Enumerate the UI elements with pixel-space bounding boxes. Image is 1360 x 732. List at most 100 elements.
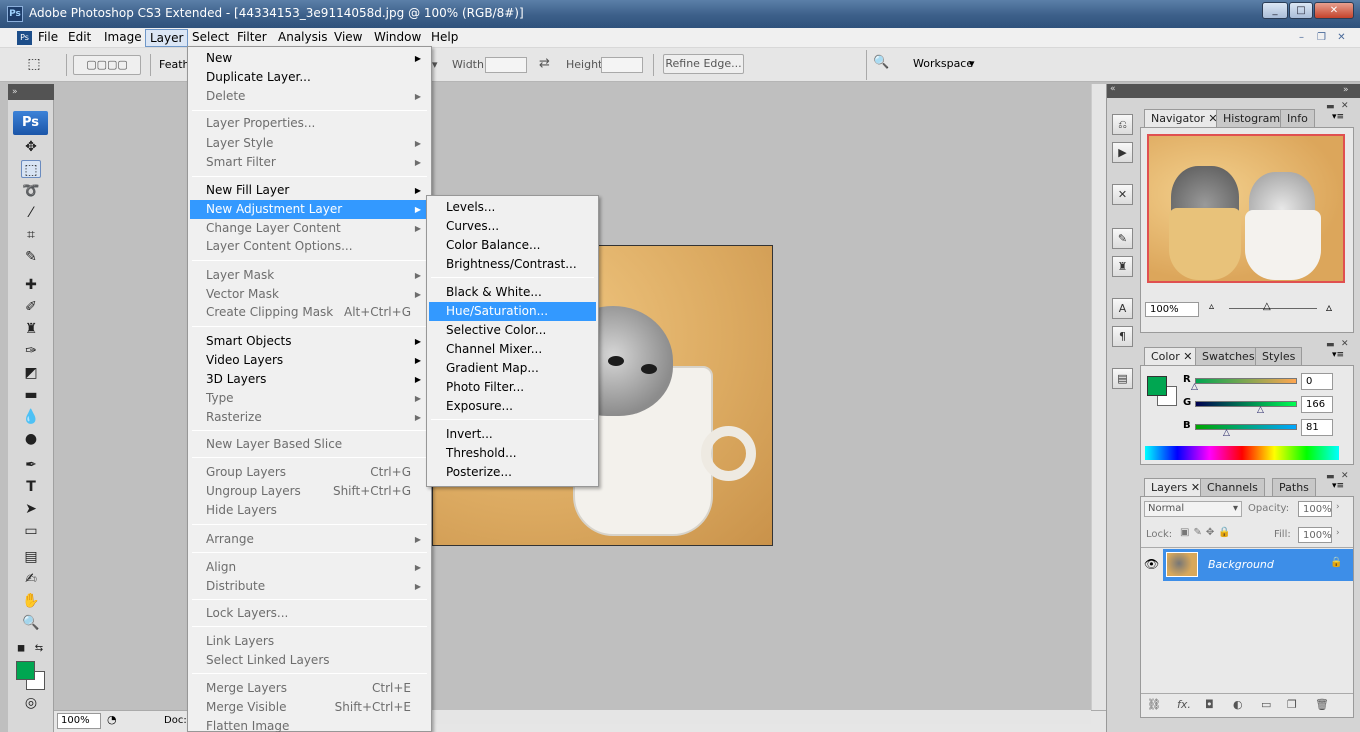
fill-field[interactable]: 100% (1298, 527, 1332, 543)
menu-window[interactable]: Window (370, 29, 425, 47)
layer-row-background[interactable]: Background 🔒 (1163, 549, 1353, 581)
type-tool-icon[interactable]: T (21, 478, 41, 496)
adjustment-layer-icon[interactable]: ◐ (1233, 698, 1243, 711)
tab-paths[interactable]: Paths (1272, 478, 1316, 496)
zoom-slider-thumb[interactable]: △ (1263, 301, 1271, 312)
menu-item-new-layer-based-slice[interactable]: New Layer Based Slice (190, 435, 429, 454)
maximize-button[interactable]: □ (1289, 2, 1313, 19)
pen-tool-icon[interactable]: ✒ (21, 456, 41, 474)
width-input[interactable] (485, 57, 527, 73)
menu-item-3d-layers[interactable]: 3D Layers ▶ (190, 370, 429, 389)
chevron-down-icon[interactable]: ▾ (969, 57, 975, 70)
tab-styles[interactable]: Styles (1255, 347, 1303, 365)
marquee-tool-icon[interactable]: ⬚ (21, 160, 41, 178)
panel-menu-icon[interactable]: ▾≡ (1332, 481, 1344, 491)
add-mask-icon[interactable]: ◘ (1205, 698, 1214, 711)
blend-mode-select[interactable]: Normal ▾ (1144, 501, 1242, 517)
eye-visibility-icon[interactable]: 👁 (1144, 557, 1159, 571)
status-menu-icon[interactable]: ◔ (107, 713, 117, 726)
brushes-panel-icon[interactable]: ✎ (1112, 228, 1133, 249)
workspace-button[interactable]: Workspace (913, 57, 973, 70)
tab-channels[interactable]: Channels (1200, 478, 1265, 496)
paragraph-panel-icon[interactable]: ¶ (1112, 326, 1133, 347)
document-icon[interactable]: Ps (17, 31, 32, 45)
r-value-field[interactable]: 0 (1301, 373, 1333, 390)
menu-item-new[interactable]: New ▶ (190, 49, 429, 68)
brush-tool-icon[interactable]: ✐ (21, 298, 41, 316)
submenu-item-color-balance[interactable]: Color Balance... (429, 236, 596, 255)
menu-item-align[interactable]: Align ▶ (190, 558, 429, 577)
default-colors-icon[interactable]: ◼ (14, 640, 28, 658)
submenu-item-posterize[interactable]: Posterize... (429, 463, 596, 482)
menu-item-change-layer-content[interactable]: Change Layer Content ▶ (190, 219, 429, 238)
navigator-zoom-field[interactable]: 100% (1145, 302, 1199, 317)
menu-select[interactable]: Select (188, 29, 233, 47)
menu-item-new-fill-layer[interactable]: New Fill Layer ▶ (190, 181, 429, 200)
panels-collapse-icon[interactable]: » (1343, 85, 1349, 95)
menu-item-merge-layers[interactable]: Merge Layers Ctrl+E (190, 679, 429, 698)
tool-presets-panel-icon[interactable]: ✕ (1112, 184, 1133, 205)
submenu-item-photo-filter[interactable]: Photo Filter... (429, 378, 596, 397)
dock-collapse-icon[interactable]: « (1107, 84, 1139, 98)
link-layers-icon[interactable]: ⛓ (1147, 698, 1161, 711)
menu-item-rasterize[interactable]: Rasterize ▶ (190, 408, 429, 427)
vertical-scrollbar[interactable] (1091, 84, 1106, 710)
shape-tool-icon[interactable]: ▭ (21, 522, 41, 540)
eyedropper-tool-icon[interactable]: ✍ (21, 570, 41, 588)
lock-options-icons[interactable]: ▣✎✥🔒 (1180, 527, 1235, 538)
menu-file[interactable]: File (34, 29, 62, 47)
zoom-field[interactable]: 100% (57, 713, 101, 729)
gradient-tool-icon[interactable]: ▬ (21, 386, 41, 404)
menu-item-layer-content-options[interactable]: Layer Content Options... (190, 237, 429, 256)
style-dropdown-arrow[interactable]: ▾ (432, 58, 438, 71)
layer-style-icon[interactable]: fx. (1177, 698, 1191, 711)
b-value-field[interactable]: 81 (1301, 419, 1333, 436)
magic-wand-tool-icon[interactable]: ⁄ (21, 204, 41, 222)
layer-comps-panel-icon[interactable]: ▤ (1112, 368, 1133, 389)
menu-item-hide-layers[interactable]: Hide Layers (190, 501, 429, 520)
slice-tool-icon[interactable]: ✎ (21, 248, 41, 266)
tab-color[interactable]: Color ✕ (1144, 347, 1200, 365)
path-selection-tool-icon[interactable]: ➤ (21, 500, 41, 518)
opacity-field[interactable]: 100% (1298, 501, 1332, 517)
clone-source-panel-icon[interactable]: ♜ (1112, 256, 1133, 277)
menu-edit[interactable]: Edit (64, 29, 95, 47)
doc-restore-button[interactable]: ❐ (1313, 31, 1330, 45)
close-button[interactable]: ✕ (1314, 2, 1354, 19)
notes-tool-icon[interactable]: ▤ (21, 548, 41, 566)
menu-item-flatten-image[interactable]: Flatten Image (190, 717, 429, 732)
menu-item-layer-mask[interactable]: Layer Mask ▶ (190, 266, 429, 285)
menu-item-select-linked-layers[interactable]: Select Linked Layers (190, 651, 429, 670)
fill-arrow-icon[interactable]: › (1336, 528, 1340, 538)
new-group-icon[interactable]: ▭ (1261, 698, 1271, 711)
move-tool-icon[interactable]: ✥ (21, 138, 41, 156)
toolbox-collapse-icon[interactable]: » (8, 84, 54, 100)
selection-mode-buttons[interactable]: ▢▢▢▢ (73, 55, 141, 75)
foreground-color-swatch[interactable] (16, 661, 35, 680)
opacity-arrow-icon[interactable]: › (1336, 502, 1340, 512)
submenu-item-exposure[interactable]: Exposure... (429, 397, 596, 416)
eraser-tool-icon[interactable]: ◩ (21, 364, 41, 382)
tab-navigator[interactable]: Navigator ✕ (1144, 109, 1225, 127)
swap-colors-icon[interactable]: ⇆ (32, 640, 46, 658)
menu-help[interactable]: Help (427, 29, 462, 47)
navigator-thumbnail[interactable] (1147, 134, 1345, 283)
navigator-zoom-slider[interactable] (1229, 308, 1317, 309)
refine-edge-button[interactable]: Refine Edge... (663, 54, 744, 74)
quick-mask-icon[interactable]: ◎ (21, 694, 41, 712)
menu-item-layer-properties[interactable]: Layer Properties... (190, 114, 429, 133)
lasso-tool-icon[interactable]: ➰ (21, 182, 41, 200)
character-panel-icon[interactable]: A (1112, 298, 1133, 319)
horizontal-scrollbar[interactable] (432, 710, 1091, 724)
doc-close-button[interactable]: ✕ (1333, 31, 1350, 45)
menu-view[interactable]: View (330, 29, 366, 47)
g-slider[interactable] (1195, 401, 1297, 407)
doc-minimize-button[interactable]: – (1293, 31, 1310, 45)
menu-item-new-adjustment-layer[interactable]: New Adjustment Layer ▶ (190, 200, 429, 219)
menu-layer[interactable]: Layer (145, 29, 189, 47)
menu-item-type[interactable]: Type ▶ (190, 389, 429, 408)
dodge-tool-icon[interactable]: ● (21, 430, 41, 448)
hand-tool-icon[interactable]: ✋ (21, 592, 41, 610)
g-slider-thumb[interactable]: △ (1257, 405, 1264, 415)
clone-stamp-tool-icon[interactable]: ♜ (21, 320, 41, 338)
